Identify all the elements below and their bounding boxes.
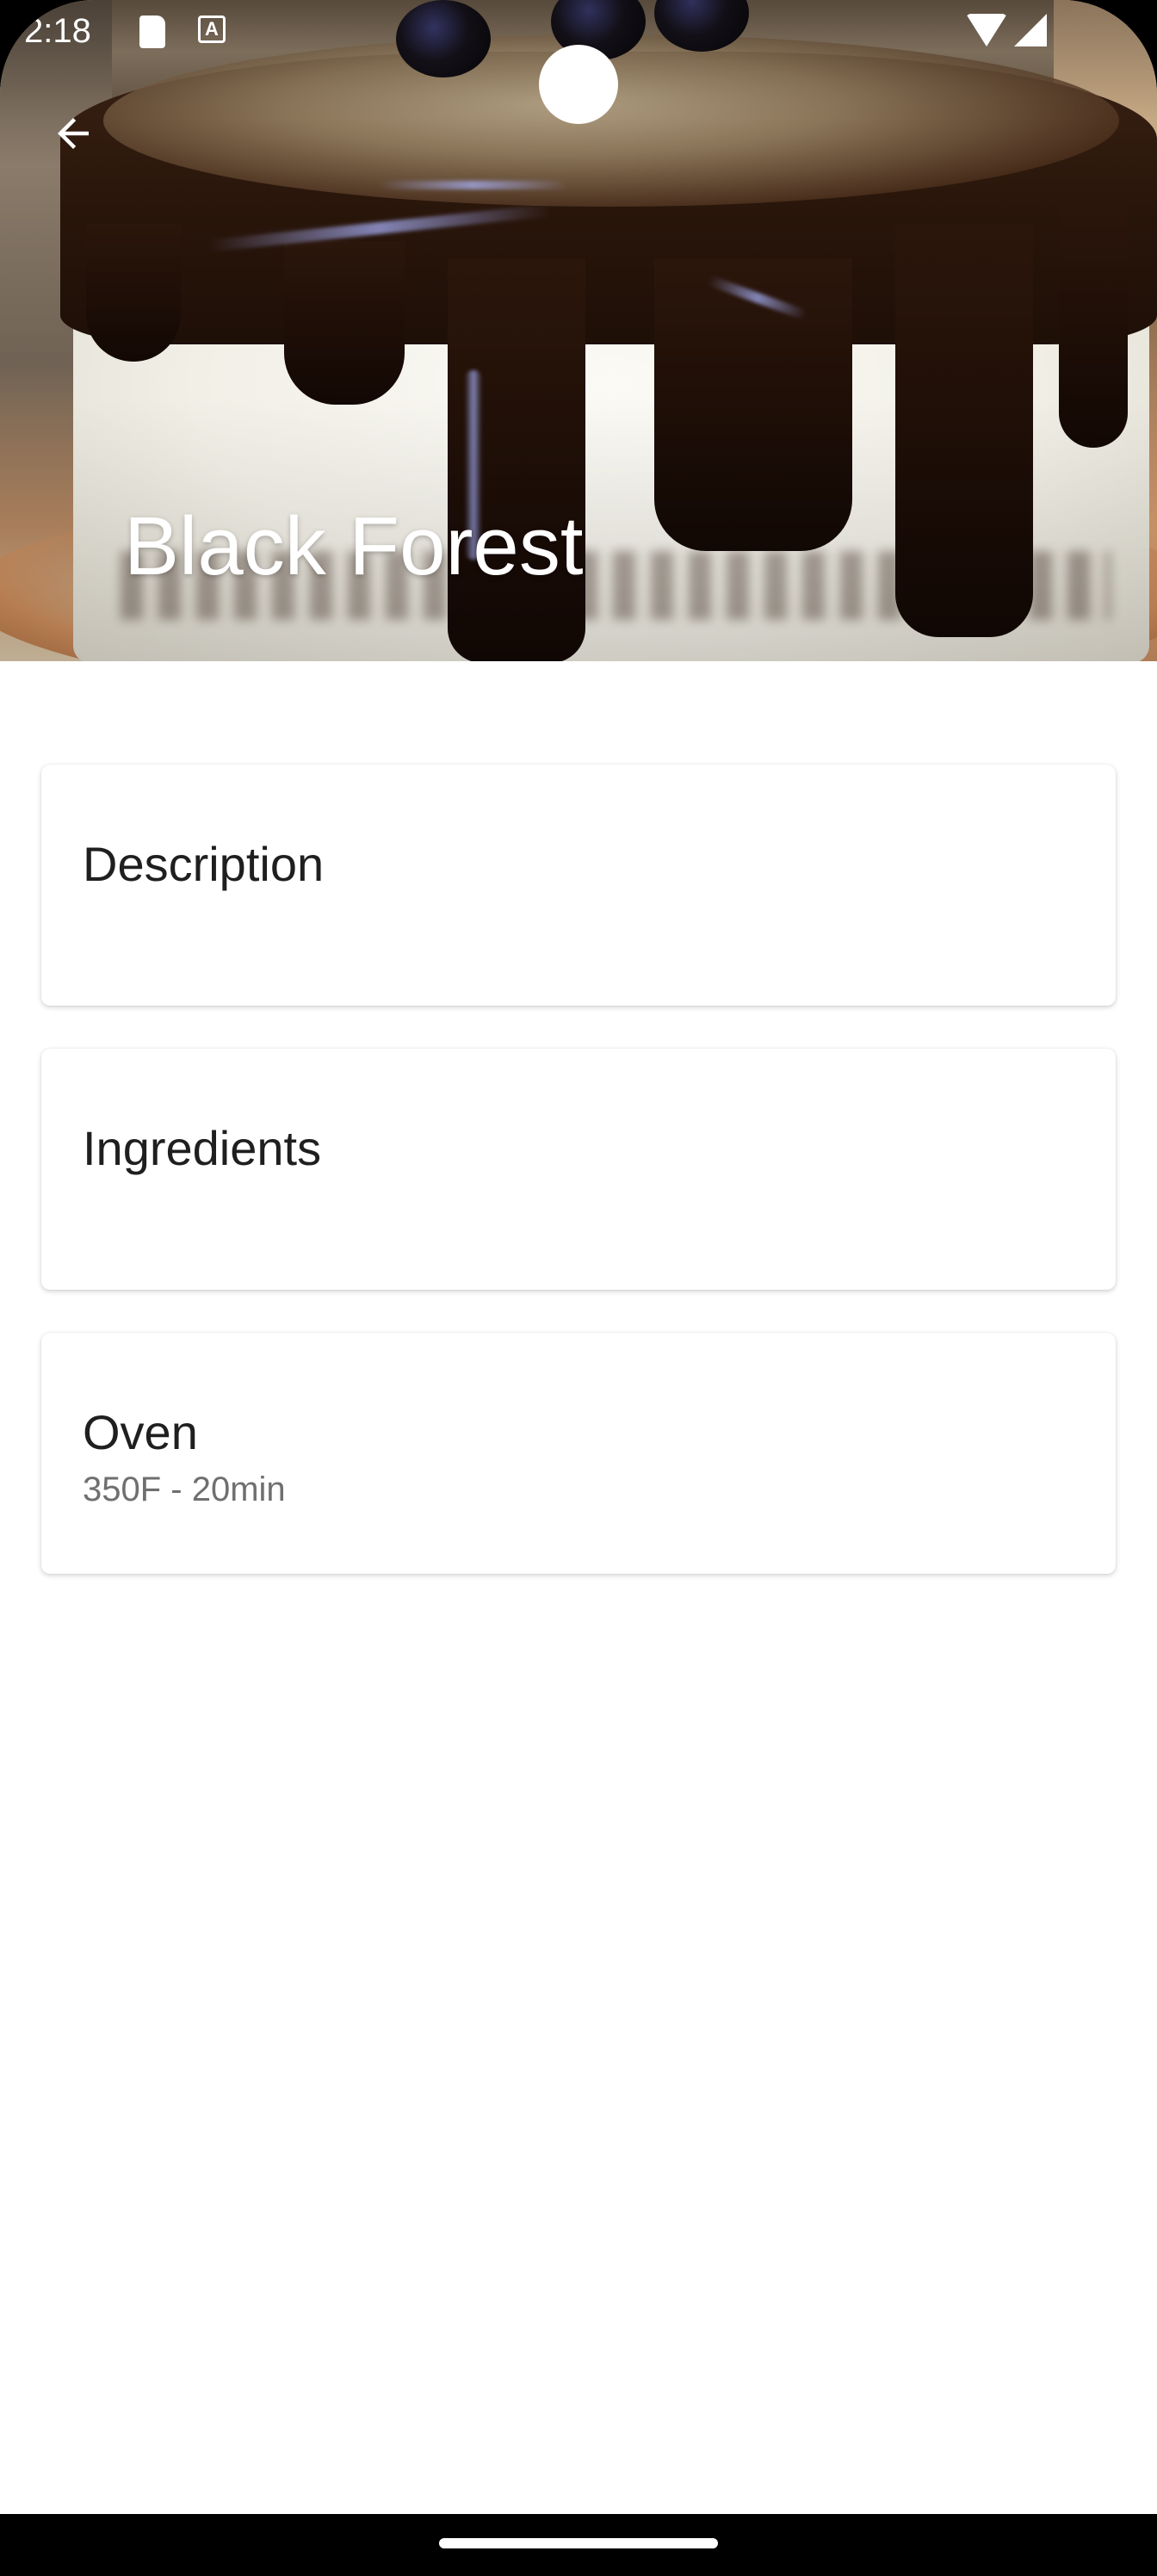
arrow-back-icon [58,118,89,149]
card-title: Ingredients [83,1121,322,1175]
ingredients-card[interactable]: Ingredients [41,1049,1116,1290]
app-screen: Black Forest 2:18 A Description Ingredie… [0,0,1157,2576]
description-card[interactable]: Description [41,765,1116,1006]
home-indicator[interactable] [439,2538,718,2548]
card-title: Oven [83,1405,198,1459]
card-title: Description [83,837,325,891]
cell-signal-icon [1014,14,1047,46]
status-time: 2:18 [24,12,91,50]
oven-card[interactable]: Oven 350F - 20min [41,1333,1116,1574]
back-button[interactable] [34,95,112,172]
camera-cutout [539,45,618,124]
card-subtitle: 350F - 20min [83,1471,286,1508]
text-recognition-icon: A [198,15,226,43]
sd-card-icon [139,15,165,48]
wifi-icon [966,14,1007,46]
recipe-title: Black Forest [124,500,584,592]
